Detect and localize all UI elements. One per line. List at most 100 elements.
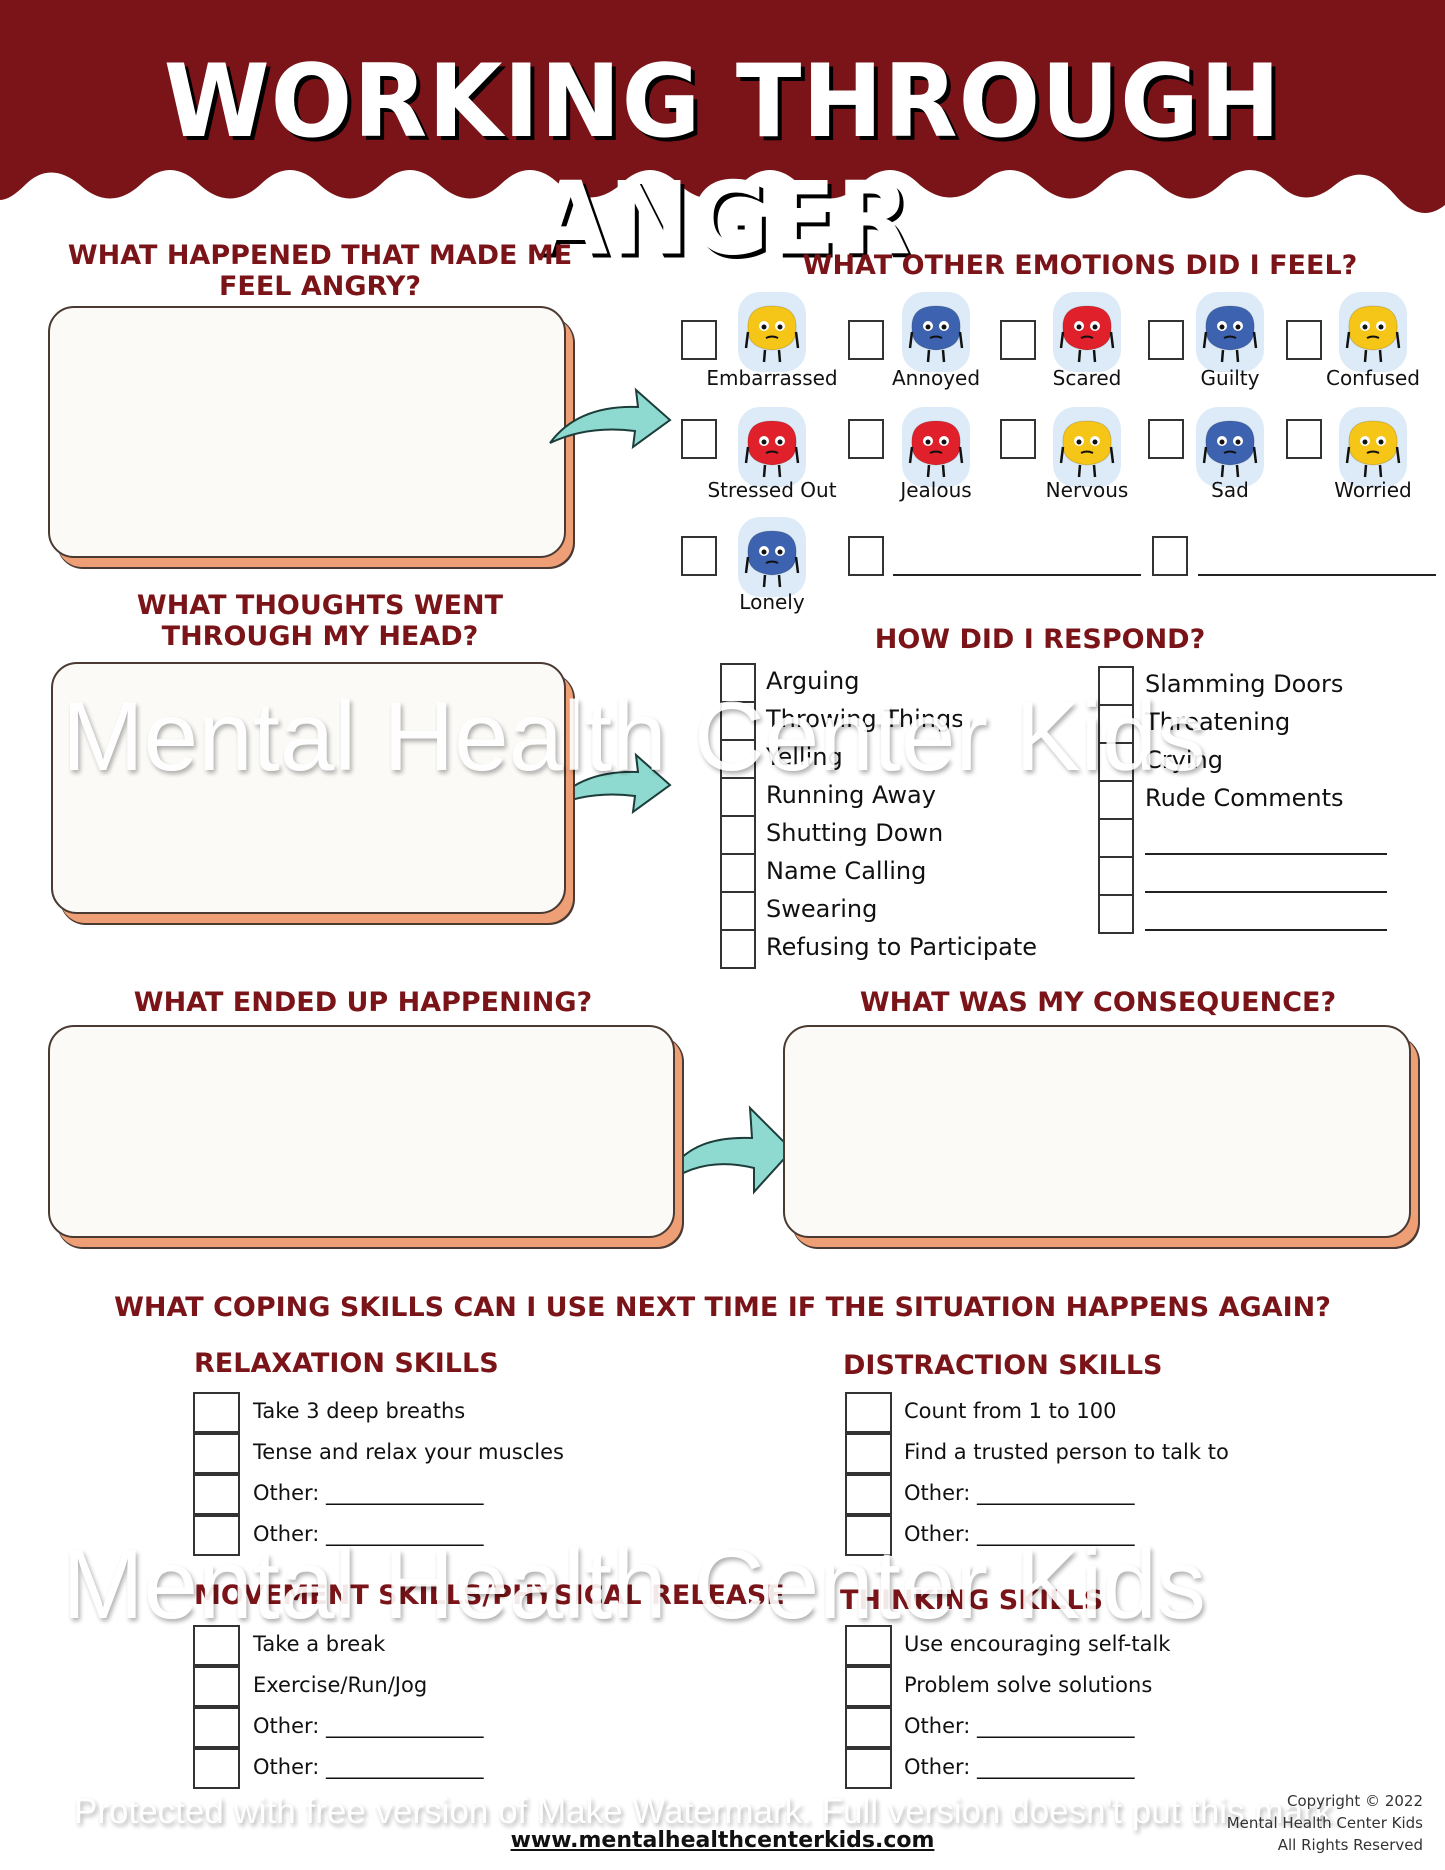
copyright-line: Copyright © 2022 [1286, 1792, 1423, 1810]
skill-checkbox[interactable] [845, 1433, 892, 1474]
ended-up-box[interactable] [48, 1025, 675, 1238]
copyright-notice: Copyright © 2022 Mental Health Center Ki… [1227, 1790, 1423, 1856]
skill-checkbox[interactable] [845, 1474, 892, 1515]
respond-heading: HOW DID I RESPOND? [874, 624, 1206, 655]
red-brain-scared-icon [1053, 292, 1121, 372]
emotions-heading: WHAT OTHER EMOTIONS DID I FEEL? [802, 250, 1358, 281]
skill-label: Other: _______________ [253, 1481, 484, 1505]
skill-label: Other: _______________ [253, 1755, 484, 1779]
response-checkbox[interactable] [720, 739, 756, 779]
skill-group-title: THINKING SKILLS [840, 1585, 1104, 1616]
response-other-blank[interactable] [1145, 853, 1387, 855]
skill-label: Other: _______________ [904, 1714, 1135, 1738]
skill-checkbox[interactable] [193, 1625, 240, 1666]
response-label: Slamming Doors [1145, 670, 1344, 698]
skill-checkbox[interactable] [845, 1707, 892, 1748]
skill-label: Tense and relax your muscles [253, 1440, 564, 1464]
watermark-notice: Protected with free version of Make Wate… [74, 1792, 1342, 1831]
response-label: Running Away [766, 781, 936, 809]
what-happened-heading: WHAT HAPPENED THAT MADE ME FEEL ANGRY? [60, 240, 580, 302]
response-checkbox[interactable] [720, 853, 756, 893]
response-label: Refusing to Participate [766, 933, 1038, 961]
response-checkbox[interactable] [720, 891, 756, 931]
thoughts-heading: WHAT THOUGHTS WENT THROUGH MY HEAD? [60, 590, 580, 652]
skill-checkbox[interactable] [193, 1433, 240, 1474]
blue-brain-guilty-icon [1196, 292, 1264, 372]
response-checkbox[interactable] [1098, 666, 1134, 706]
response-checkbox[interactable] [720, 701, 756, 741]
response-checkbox[interactable] [1098, 704, 1134, 744]
skill-checkbox[interactable] [845, 1392, 892, 1433]
emotion-checkbox[interactable] [681, 419, 717, 459]
skill-group-title: MOVEMENT SKILLS/PHYSICAL RELEASE [194, 1580, 785, 1611]
emotion-checkbox[interactable] [681, 536, 717, 576]
blue-brain-sad-icon [1196, 407, 1264, 487]
emotion-other-blank[interactable] [893, 574, 1141, 576]
coping-heading: WHAT COPING SKILLS CAN I USE NEXT TIME I… [114, 1292, 1331, 1323]
skill-checkbox[interactable] [193, 1707, 240, 1748]
consequence-heading: WHAT WAS MY CONSEQUENCE? [859, 987, 1337, 1018]
skill-checkbox[interactable] [193, 1392, 240, 1433]
emotion-label: Scared [1052, 366, 1122, 390]
skill-checkbox[interactable] [845, 1515, 892, 1556]
skill-group-title: RELAXATION SKILLS [194, 1348, 499, 1379]
skill-label: Exercise/Run/Jog [253, 1673, 428, 1697]
response-label: Rude Comments [1145, 784, 1344, 812]
consequence-box[interactable] [783, 1025, 1411, 1238]
emotion-checkbox[interactable] [1286, 320, 1322, 360]
emotion-label: Annoyed [891, 366, 981, 390]
emotion-label: Jealous [900, 478, 972, 502]
skill-label: Problem solve solutions [904, 1673, 1153, 1697]
skill-checkbox[interactable] [845, 1625, 892, 1666]
response-checkbox[interactable] [1098, 780, 1134, 820]
thoughts-box[interactable] [51, 662, 566, 914]
emotion-label: Sad [1211, 478, 1249, 502]
response-label: Name Calling [766, 857, 927, 885]
emotion-label: Nervous [1045, 478, 1129, 502]
arrow-icon [549, 387, 672, 450]
skill-checkbox[interactable] [845, 1748, 892, 1789]
response-checkbox[interactable] [720, 663, 756, 703]
emotion-checkbox[interactable] [1000, 419, 1036, 459]
emotion-label: Lonely [739, 590, 805, 614]
response-checkbox[interactable] [720, 815, 756, 855]
yellow-brain-worried-icon [1339, 407, 1407, 487]
skill-group-title: DISTRACTION SKILLS [843, 1350, 1163, 1381]
emotion-label: Embarrassed [706, 366, 838, 390]
emotion-checkbox[interactable] [681, 320, 717, 360]
skill-label: Other: _______________ [253, 1522, 484, 1546]
response-other-blank[interactable] [1145, 891, 1387, 893]
response-label: Swearing [766, 895, 878, 923]
skill-checkbox[interactable] [193, 1748, 240, 1789]
emotion-checkbox[interactable] [848, 419, 884, 459]
emotion-other-blank[interactable] [1198, 574, 1436, 576]
emotion-other-checkbox[interactable] [848, 536, 884, 576]
response-checkbox[interactable] [1098, 818, 1134, 858]
what-happened-box[interactable] [48, 306, 566, 558]
skill-checkbox[interactable] [193, 1515, 240, 1556]
skill-label: Take 3 deep breaths [253, 1399, 466, 1423]
skill-label: Other: _______________ [904, 1755, 1135, 1779]
response-checkbox[interactable] [1098, 894, 1134, 934]
emotion-checkbox[interactable] [1148, 419, 1184, 459]
skill-label: Other: _______________ [904, 1522, 1135, 1546]
response-checkbox[interactable] [1098, 742, 1134, 782]
response-other-blank[interactable] [1145, 929, 1387, 931]
emotion-other-checkbox[interactable] [1152, 536, 1188, 576]
skill-checkbox[interactable] [193, 1666, 240, 1707]
skill-checkbox[interactable] [193, 1474, 240, 1515]
skill-label: Find a trusted person to talk to [904, 1440, 1229, 1464]
yellow-brain-confused-icon [1339, 292, 1407, 372]
emotion-checkbox[interactable] [1000, 320, 1036, 360]
skill-checkbox[interactable] [845, 1666, 892, 1707]
response-checkbox[interactable] [720, 929, 756, 969]
emotion-checkbox[interactable] [848, 320, 884, 360]
emotion-label: Stressed Out [707, 478, 837, 502]
skill-label: Use encouraging self-talk [904, 1632, 1171, 1656]
response-label: Arguing [766, 667, 860, 695]
response-checkbox[interactable] [1098, 856, 1134, 896]
emotion-checkbox[interactable] [1286, 419, 1322, 459]
emotion-checkbox[interactable] [1148, 320, 1184, 360]
heading-line: WHAT HAPPENED THAT MADE ME [67, 240, 573, 271]
response-checkbox[interactable] [720, 777, 756, 817]
